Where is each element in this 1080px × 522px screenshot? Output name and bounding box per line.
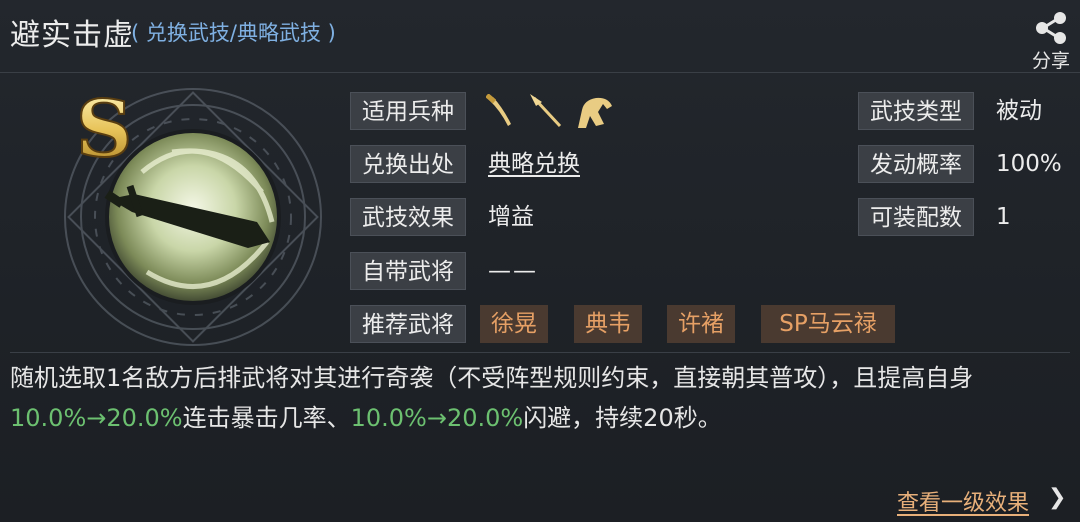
- spear-icon: [530, 94, 562, 128]
- view-level1-effect-link[interactable]: 查看一级效果: [897, 485, 1029, 517]
- label-equip-count: 可装配数: [858, 198, 974, 236]
- saber-icon: [485, 93, 511, 126]
- header: 避实击虚 ( 兑换武技/典略武技 ) 分享: [0, 0, 1080, 73]
- label-source: 兑换出处: [350, 145, 466, 183]
- description-value-2: 10.0%→20.0%: [350, 404, 524, 432]
- trigger-rate-value: 100%: [996, 151, 1062, 177]
- description-text-1: 随机选取1名敌方后排武将对其进行奇袭（不受阵型规则约束，直接朝其普攻），且提高自…: [10, 364, 974, 392]
- description-value-1: 10.0%→20.0%: [10, 404, 183, 432]
- share-button[interactable]: 分享: [1027, 12, 1075, 72]
- label-effect: 武技效果: [350, 198, 466, 236]
- general-tag-xuhuang[interactable]: 徐晃: [480, 305, 548, 343]
- horse-icon: [578, 97, 612, 128]
- own-general-value: ——: [488, 258, 538, 284]
- troop-icons: [485, 93, 616, 130]
- skill-emblem: S: [64, 83, 322, 346]
- skill-grade: S: [76, 84, 132, 175]
- equip-count-value: 1: [996, 204, 1011, 230]
- general-tag-xuchu[interactable]: 许褚: [667, 305, 735, 343]
- section-divider: [10, 352, 1070, 353]
- effect-value: 增益: [488, 204, 534, 230]
- skill-description: 随机选取1名敌方后排武将对其进行奇袭（不受阵型规则约束，直接朝其普攻），且提高自…: [10, 358, 1070, 438]
- label-recommended: 推荐武将: [350, 305, 466, 343]
- skill-detail-panel: 避实击虚 ( 兑换武技/典略武技 ) 分享 S 适用兵种 兑换出处 典略兑换 武…: [0, 0, 1080, 522]
- skill-category: ( 兑换武技/典略武技 ): [131, 21, 336, 45]
- share-icon: [1036, 12, 1066, 44]
- description-text-2: 连击暴击几率、: [182, 404, 351, 432]
- general-tag-sp-mayunlu[interactable]: SP马云禄: [761, 305, 895, 343]
- label-skill-type: 武技类型: [858, 92, 974, 130]
- share-label: 分享: [1031, 50, 1070, 72]
- description-text-3: 闪避，持续20秒。: [523, 404, 722, 432]
- label-troop-type: 适用兵种: [350, 92, 466, 130]
- label-trigger-rate: 发动概率: [858, 145, 974, 183]
- skill-title: 避实击虚: [10, 18, 134, 53]
- general-tag-dianwei[interactable]: 典韦: [574, 305, 642, 343]
- skill-type-value: 被动: [996, 98, 1042, 124]
- source-link[interactable]: 典略兑换: [488, 145, 580, 183]
- chevron-right-icon[interactable]: ❯: [1048, 485, 1066, 510]
- label-own-general: 自带武将: [350, 252, 466, 290]
